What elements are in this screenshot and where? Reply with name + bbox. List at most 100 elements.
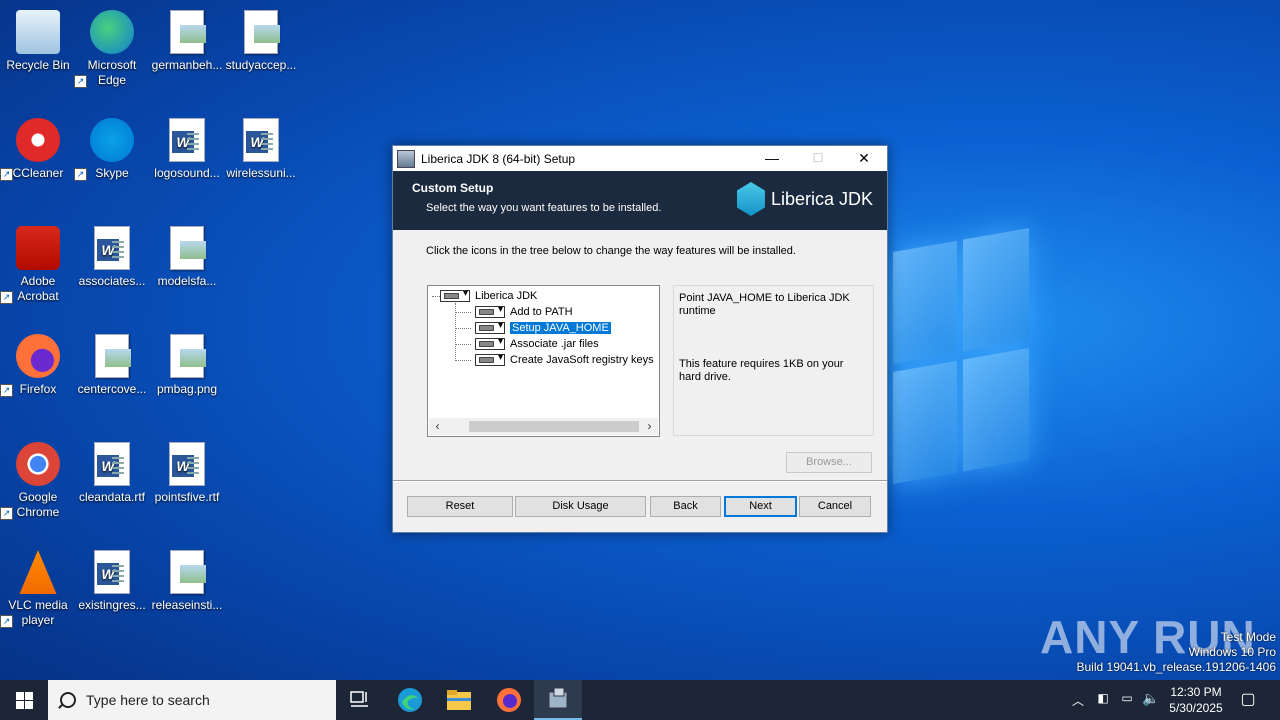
word-logo-icon: W: [97, 563, 119, 585]
taskbar-firefox-button[interactable]: [485, 680, 533, 720]
taskbar-explorer-button[interactable]: [435, 680, 483, 720]
desktop-icon[interactable]: ↗ Skype: [74, 114, 150, 181]
shortcut-arrow-icon: ↗: [0, 384, 13, 397]
chrome-icon: [16, 442, 60, 486]
folder-icon: [447, 690, 471, 710]
setup-dialog: Liberica JDK 8 (64-bit) Setup — ☐ ✕ Cust…: [392, 145, 888, 533]
desktop-icon[interactable]: ↗ CCleaner: [0, 114, 76, 181]
word-doc-icon: W: [94, 226, 130, 270]
image-file-icon: [170, 334, 206, 378]
horizontal-scrollbar[interactable]: ‹ ›: [429, 418, 658, 435]
feature-description-panel: Point JAVA_HOME to Liberica JDK runtime …: [673, 285, 874, 436]
title-bar[interactable]: Liberica JDK 8 (64-bit) Setup — ☐ ✕: [393, 146, 887, 171]
reset-button[interactable]: Reset: [407, 496, 513, 517]
minimize-button[interactable]: —: [749, 146, 795, 171]
tree-item-setup-java-home[interactable]: Setup JAVA_HOME: [475, 320, 612, 336]
tree-item-registry-keys[interactable]: Create JavaSoft registry keys: [475, 352, 654, 368]
desktop-icon-label: existingres...: [78, 598, 146, 612]
firefox-icon: [497, 688, 521, 712]
scroll-left-arrow-icon[interactable]: ‹: [429, 418, 446, 435]
edge-icon: [90, 10, 134, 54]
volume-icon[interactable]: 🔈: [1142, 690, 1160, 707]
desktop-icon[interactable]: Wpointsfive.rtf: [149, 438, 225, 505]
tree-item-associate-jar[interactable]: Associate .jar files: [475, 336, 599, 352]
back-button[interactable]: Back: [650, 496, 721, 517]
tree-item-label: Add to PATH: [510, 306, 573, 318]
windows-start-icon: [16, 692, 24, 700]
word-logo-icon: W: [172, 131, 194, 153]
tree-connector: [455, 344, 471, 345]
desktop-icon-label: germanbeh...: [151, 58, 223, 72]
feature-description: Point JAVA_HOME to Liberica JDK runtime: [679, 292, 850, 317]
desktop-icon-label: associates...: [78, 274, 146, 288]
show-hidden-icons-chevron-icon[interactable]: ︿: [1070, 692, 1086, 709]
desktop-icon-label: wirelessuni...: [226, 166, 296, 180]
desktop-icon[interactable]: Wwirelessuni...: [223, 114, 299, 181]
desktop-icon[interactable]: releaseinsti...: [149, 546, 225, 613]
os-watermark: Test Mode Windows 10 Pro Build 19041.vb_…: [1077, 630, 1277, 675]
scrollbar-thumb[interactable]: [469, 421, 639, 432]
desktop-icon[interactable]: Wlogosound...: [149, 114, 225, 181]
search-placeholder: Type here to search: [86, 692, 210, 708]
desktop-icon[interactable]: ↗ Adobe Acrobat: [0, 222, 76, 304]
windows-start-icon: [25, 692, 33, 700]
shortcut-arrow-icon: ↗: [74, 75, 87, 88]
feature-state-dropdown-icon[interactable]: [475, 304, 505, 318]
image-file-icon: [95, 334, 131, 378]
taskbar-installer-button[interactable]: [534, 680, 582, 720]
word-doc-icon: W: [169, 118, 205, 162]
desktop-icon[interactable]: Recycle Bin: [0, 6, 76, 73]
tree-item-root[interactable]: Liberica JDK: [440, 288, 537, 304]
desktop-icon-label: Recycle Bin: [6, 58, 70, 72]
desktop-icon[interactable]: ↗ VLC media player: [0, 546, 76, 628]
feature-tree[interactable]: Liberica JDK Add to PATH Setup JAVA_HOME…: [427, 285, 660, 437]
taskbar-search-box[interactable]: Type here to search: [48, 680, 336, 720]
desktop-icon[interactable]: centercove...: [74, 330, 150, 397]
close-button[interactable]: ✕: [841, 146, 887, 171]
tree-item-add-to-path[interactable]: Add to PATH: [475, 304, 573, 320]
desktop-icon-label: studyaccep...: [225, 58, 297, 72]
liberica-hex-icon: [736, 182, 765, 216]
tree-item-label-selected: Setup JAVA_HOME: [509, 321, 612, 335]
meet-now-icon[interactable]: ◧: [1095, 691, 1111, 705]
word-logo-icon: W: [97, 239, 119, 261]
desktop-icon[interactable]: germanbeh...: [149, 6, 225, 73]
taskbar-edge-button[interactable]: [386, 680, 434, 720]
cancel-button[interactable]: Cancel: [799, 496, 871, 517]
tree-item-label: Create JavaSoft registry keys: [510, 354, 654, 366]
desktop-icon[interactable]: ↗ Microsoft Edge: [74, 6, 150, 88]
feature-state-dropdown-icon[interactable]: [475, 352, 505, 366]
desktop-icon[interactable]: ↗ Firefox: [0, 330, 76, 397]
feature-state-dropdown-icon[interactable]: [440, 288, 470, 302]
notifications-icon[interactable]: ▢: [1238, 689, 1258, 709]
desktop-icon[interactable]: modelsfa...: [149, 222, 225, 289]
desktop-icon[interactable]: Wcleandata.rtf: [74, 438, 150, 505]
edge-icon: [398, 688, 422, 712]
vlc-icon: [19, 550, 57, 594]
disk-usage-button[interactable]: Disk Usage: [515, 496, 646, 517]
firefox-icon: [16, 334, 60, 378]
task-view-button[interactable]: [336, 680, 384, 720]
feature-state-dropdown-icon[interactable]: [475, 336, 505, 350]
scroll-right-arrow-icon[interactable]: ›: [641, 418, 658, 435]
network-icon[interactable]: ▭: [1119, 691, 1135, 705]
next-button[interactable]: Next: [724, 496, 797, 517]
desktop-icon[interactable]: pmbag.png: [149, 330, 225, 397]
windows-wallpaper-logo: [893, 228, 1029, 492]
desktop-icon[interactable]: studyaccep...: [223, 6, 299, 73]
ccleaner-icon: [16, 118, 60, 162]
maximize-button: ☐: [812, 151, 824, 165]
tree-item-label: Associate .jar files: [510, 338, 599, 350]
image-file-icon: [170, 226, 206, 270]
watermark-line: Build 19041.vb_release.191206-1406: [1076, 660, 1277, 674]
desktop-icon[interactable]: Wassociates...: [74, 222, 150, 289]
desktop-icon[interactable]: Wexistingres...: [74, 546, 150, 613]
start-button[interactable]: [0, 680, 48, 720]
image-file-icon: [170, 550, 206, 594]
browse-button: Browse...: [786, 452, 872, 473]
feature-state-dropdown-icon[interactable]: [475, 320, 505, 334]
clock[interactable]: 12:30 PM 5/30/2025: [1163, 684, 1229, 716]
desktop-icon-label: releaseinsti...: [151, 598, 223, 612]
desktop-icon-label: modelsfa...: [157, 274, 217, 288]
desktop-icon[interactable]: ↗ Google Chrome: [0, 438, 76, 520]
